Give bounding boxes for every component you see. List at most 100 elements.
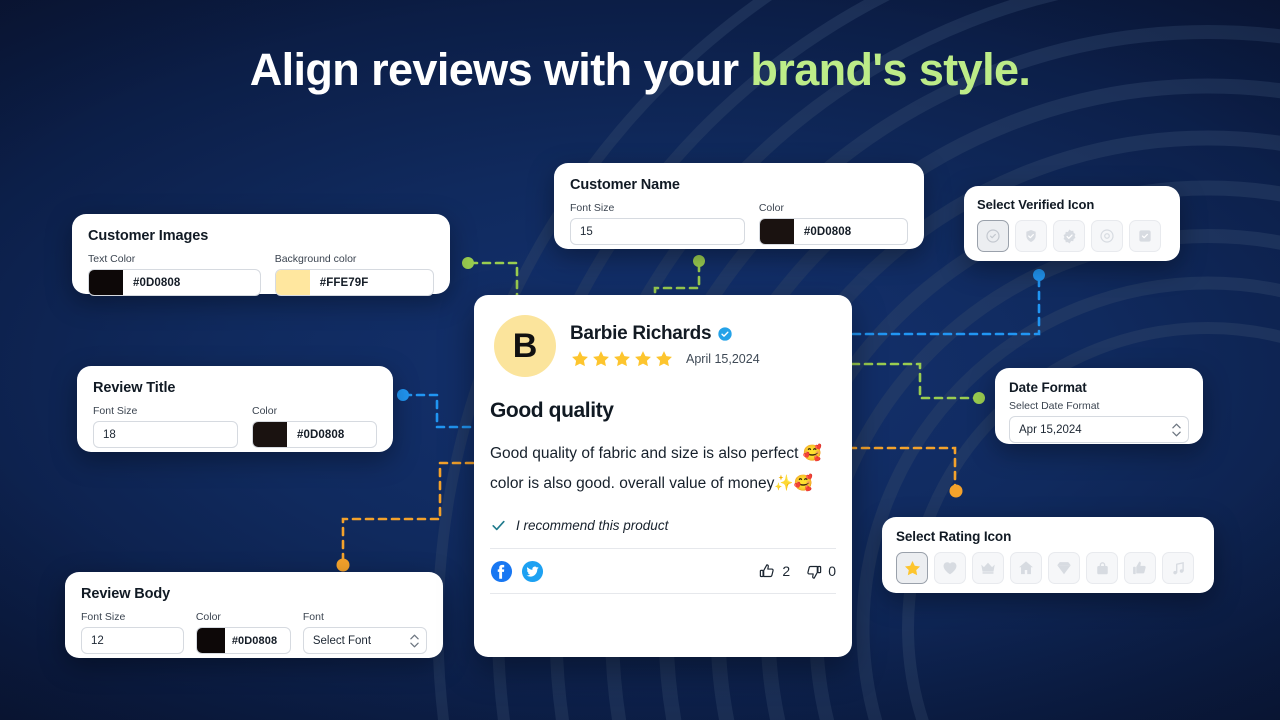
recommend-row: I recommend this product — [474, 499, 852, 548]
review-body-color-value: #0D0808 — [231, 634, 278, 647]
review-body-color-label: Color — [195, 611, 221, 623]
text-color-input[interactable]: #0D0808 — [88, 269, 261, 296]
review-title-color-label: Color — [252, 405, 278, 417]
review-rating-stars — [570, 349, 674, 369]
review-body-card[interactable]: Review Body Font Size 12 Color #0D0808 F… — [65, 572, 443, 658]
select-rating-icon-card[interactable]: Select Rating Icon — [882, 517, 1214, 593]
color-input[interactable]: #0D0808 — [758, 218, 908, 245]
social-share-group[interactable] — [490, 560, 544, 583]
background-color-label: Background color — [274, 253, 357, 265]
chevron-up-icon — [410, 634, 419, 639]
upvote-control[interactable]: 2 — [758, 562, 790, 581]
check-circle-icon — [986, 229, 1000, 243]
text-color-value: #0D0808 — [133, 276, 181, 289]
review-title-color-value: #0D0808 — [297, 428, 345, 441]
star-icon — [635, 351, 651, 367]
rating-option-thumbs-up[interactable] — [1124, 552, 1156, 584]
review-body-font-size-field[interactable]: Font Size 12 — [81, 611, 184, 654]
twitter-icon[interactable] — [521, 560, 544, 583]
badge-check-icon — [1063, 229, 1075, 243]
verified-option-shield-check[interactable] — [1015, 220, 1047, 252]
rating-option-heart[interactable] — [934, 552, 966, 584]
review-title-card-title: Review Title — [93, 380, 176, 396]
customer-images-card[interactable]: Customer Images Text Color #0D0808 Backg… — [72, 214, 450, 296]
date-format-field[interactable]: Select Date Format Apr 15,2024 — [1009, 400, 1189, 443]
date-format-card[interactable]: Date Format Select Date Format Apr 15,20… — [995, 368, 1203, 444]
review-body-color-swatch[interactable] — [196, 628, 225, 653]
review-body-card-title: Review Body — [81, 586, 171, 602]
circle-dot-icon — [1100, 229, 1114, 243]
date-format-value: Apr 15,2024 — [1019, 423, 1082, 436]
text-color-label: Text Color — [88, 253, 136, 265]
review-body-font-field[interactable]: Font Select Font — [302, 611, 427, 654]
rating-option-crown[interactable] — [972, 552, 1004, 584]
text-color-field[interactable]: Text Color #0D0808 — [88, 253, 261, 296]
shield-check-icon — [1026, 230, 1036, 242]
review-body-color-input[interactable]: #0D0808 — [195, 627, 291, 654]
customer-name-card[interactable]: Customer Name Font Size 15 Color #0D0808 — [554, 163, 924, 249]
check-icon — [492, 520, 505, 531]
rating-icon-title: Select Rating Icon — [896, 529, 1012, 544]
review-body-font-size-input[interactable]: 12 — [81, 627, 184, 654]
downvote-control[interactable]: 0 — [804, 562, 836, 581]
text-color-swatch[interactable] — [89, 270, 123, 295]
date-format-title: Date Format — [1009, 380, 1087, 395]
review-body-font-select[interactable]: Select Font — [302, 627, 427, 654]
review-title-font-size-field[interactable]: Font Size 18 — [93, 405, 238, 448]
background-color-field[interactable]: Background color #FFE79F — [274, 253, 434, 296]
background-color-value: #FFE79F — [319, 276, 369, 289]
vote-group[interactable]: 2 0 — [758, 562, 836, 581]
downvote-count: 0 — [828, 563, 836, 579]
review-author-name: Barbie Richards — [570, 323, 712, 344]
review-title-text: Good quality — [490, 399, 614, 422]
review-title-color-input[interactable]: #0D0808 — [252, 421, 377, 448]
date-format-select[interactable]: Apr 15,2024 — [1009, 416, 1189, 443]
star-icon — [904, 560, 920, 575]
review-title-color-swatch[interactable] — [253, 422, 287, 447]
review-body-font-size-label: Font Size — [81, 611, 126, 623]
diamond-icon — [1057, 562, 1071, 575]
background-color-input[interactable]: #FFE79F — [274, 269, 434, 296]
review-preview-card[interactable]: B Barbie Richards April 15,2024 Good qua… — [474, 295, 852, 657]
thumbs-up-icon — [1133, 561, 1146, 575]
color-field[interactable]: Color #0D0808 — [758, 202, 908, 245]
square-check-icon — [1139, 230, 1151, 242]
home-icon — [1019, 561, 1033, 575]
color-swatch[interactable] — [759, 219, 794, 244]
rating-option-star[interactable] — [896, 552, 928, 584]
stepper-chevrons[interactable] — [410, 634, 419, 648]
avatar: B — [494, 315, 556, 377]
verified-option-square-check[interactable] — [1129, 220, 1161, 252]
review-header: B Barbie Richards April 15,2024 — [474, 295, 852, 377]
thumbs-up-icon[interactable] — [758, 562, 777, 581]
rating-option-diamond[interactable] — [1048, 552, 1080, 584]
review-body-color-field[interactable]: Color #0D0808 — [195, 611, 291, 654]
thumbs-down-icon[interactable] — [804, 562, 823, 581]
background-color-swatch[interactable] — [275, 270, 310, 295]
font-size-field[interactable]: Font Size 15 — [570, 202, 745, 245]
rating-option-home[interactable] — [1010, 552, 1042, 584]
rating-option-music-note[interactable] — [1162, 552, 1194, 584]
facebook-icon[interactable] — [490, 560, 513, 583]
color-value: #0D0808 — [803, 225, 852, 238]
music-note-icon — [1172, 561, 1184, 574]
verified-option-badge-check[interactable] — [1053, 220, 1085, 252]
review-title-font-size-input[interactable]: 18 — [93, 421, 238, 448]
font-size-input[interactable]: 15 — [570, 218, 745, 245]
review-body-font-label: Font — [302, 611, 324, 623]
review-title-font-size-label: Font Size — [93, 405, 138, 417]
rating-option-bag[interactable] — [1086, 552, 1118, 584]
verified-icon-title: Select Verified Icon — [977, 197, 1095, 212]
star-icon — [656, 351, 672, 367]
select-verified-icon-card[interactable]: Select Verified Icon — [964, 186, 1180, 261]
verified-option-circle-dot[interactable] — [1091, 220, 1123, 252]
verified-option-check-circle[interactable] — [977, 220, 1009, 252]
review-title-color-field[interactable]: Color #0D0808 — [252, 405, 377, 448]
date-stepper-chevrons[interactable] — [1172, 423, 1181, 437]
customer-images-title: Customer Images — [88, 228, 209, 244]
review-title-card[interactable]: Review Title Font Size 18 Color #0D0808 — [77, 366, 393, 452]
review-body-font-value: Select Font — [312, 634, 372, 647]
chevron-down-icon — [1172, 431, 1181, 436]
review-footer: 2 0 — [490, 548, 836, 594]
review-date: April 15,2024 — [686, 352, 760, 366]
